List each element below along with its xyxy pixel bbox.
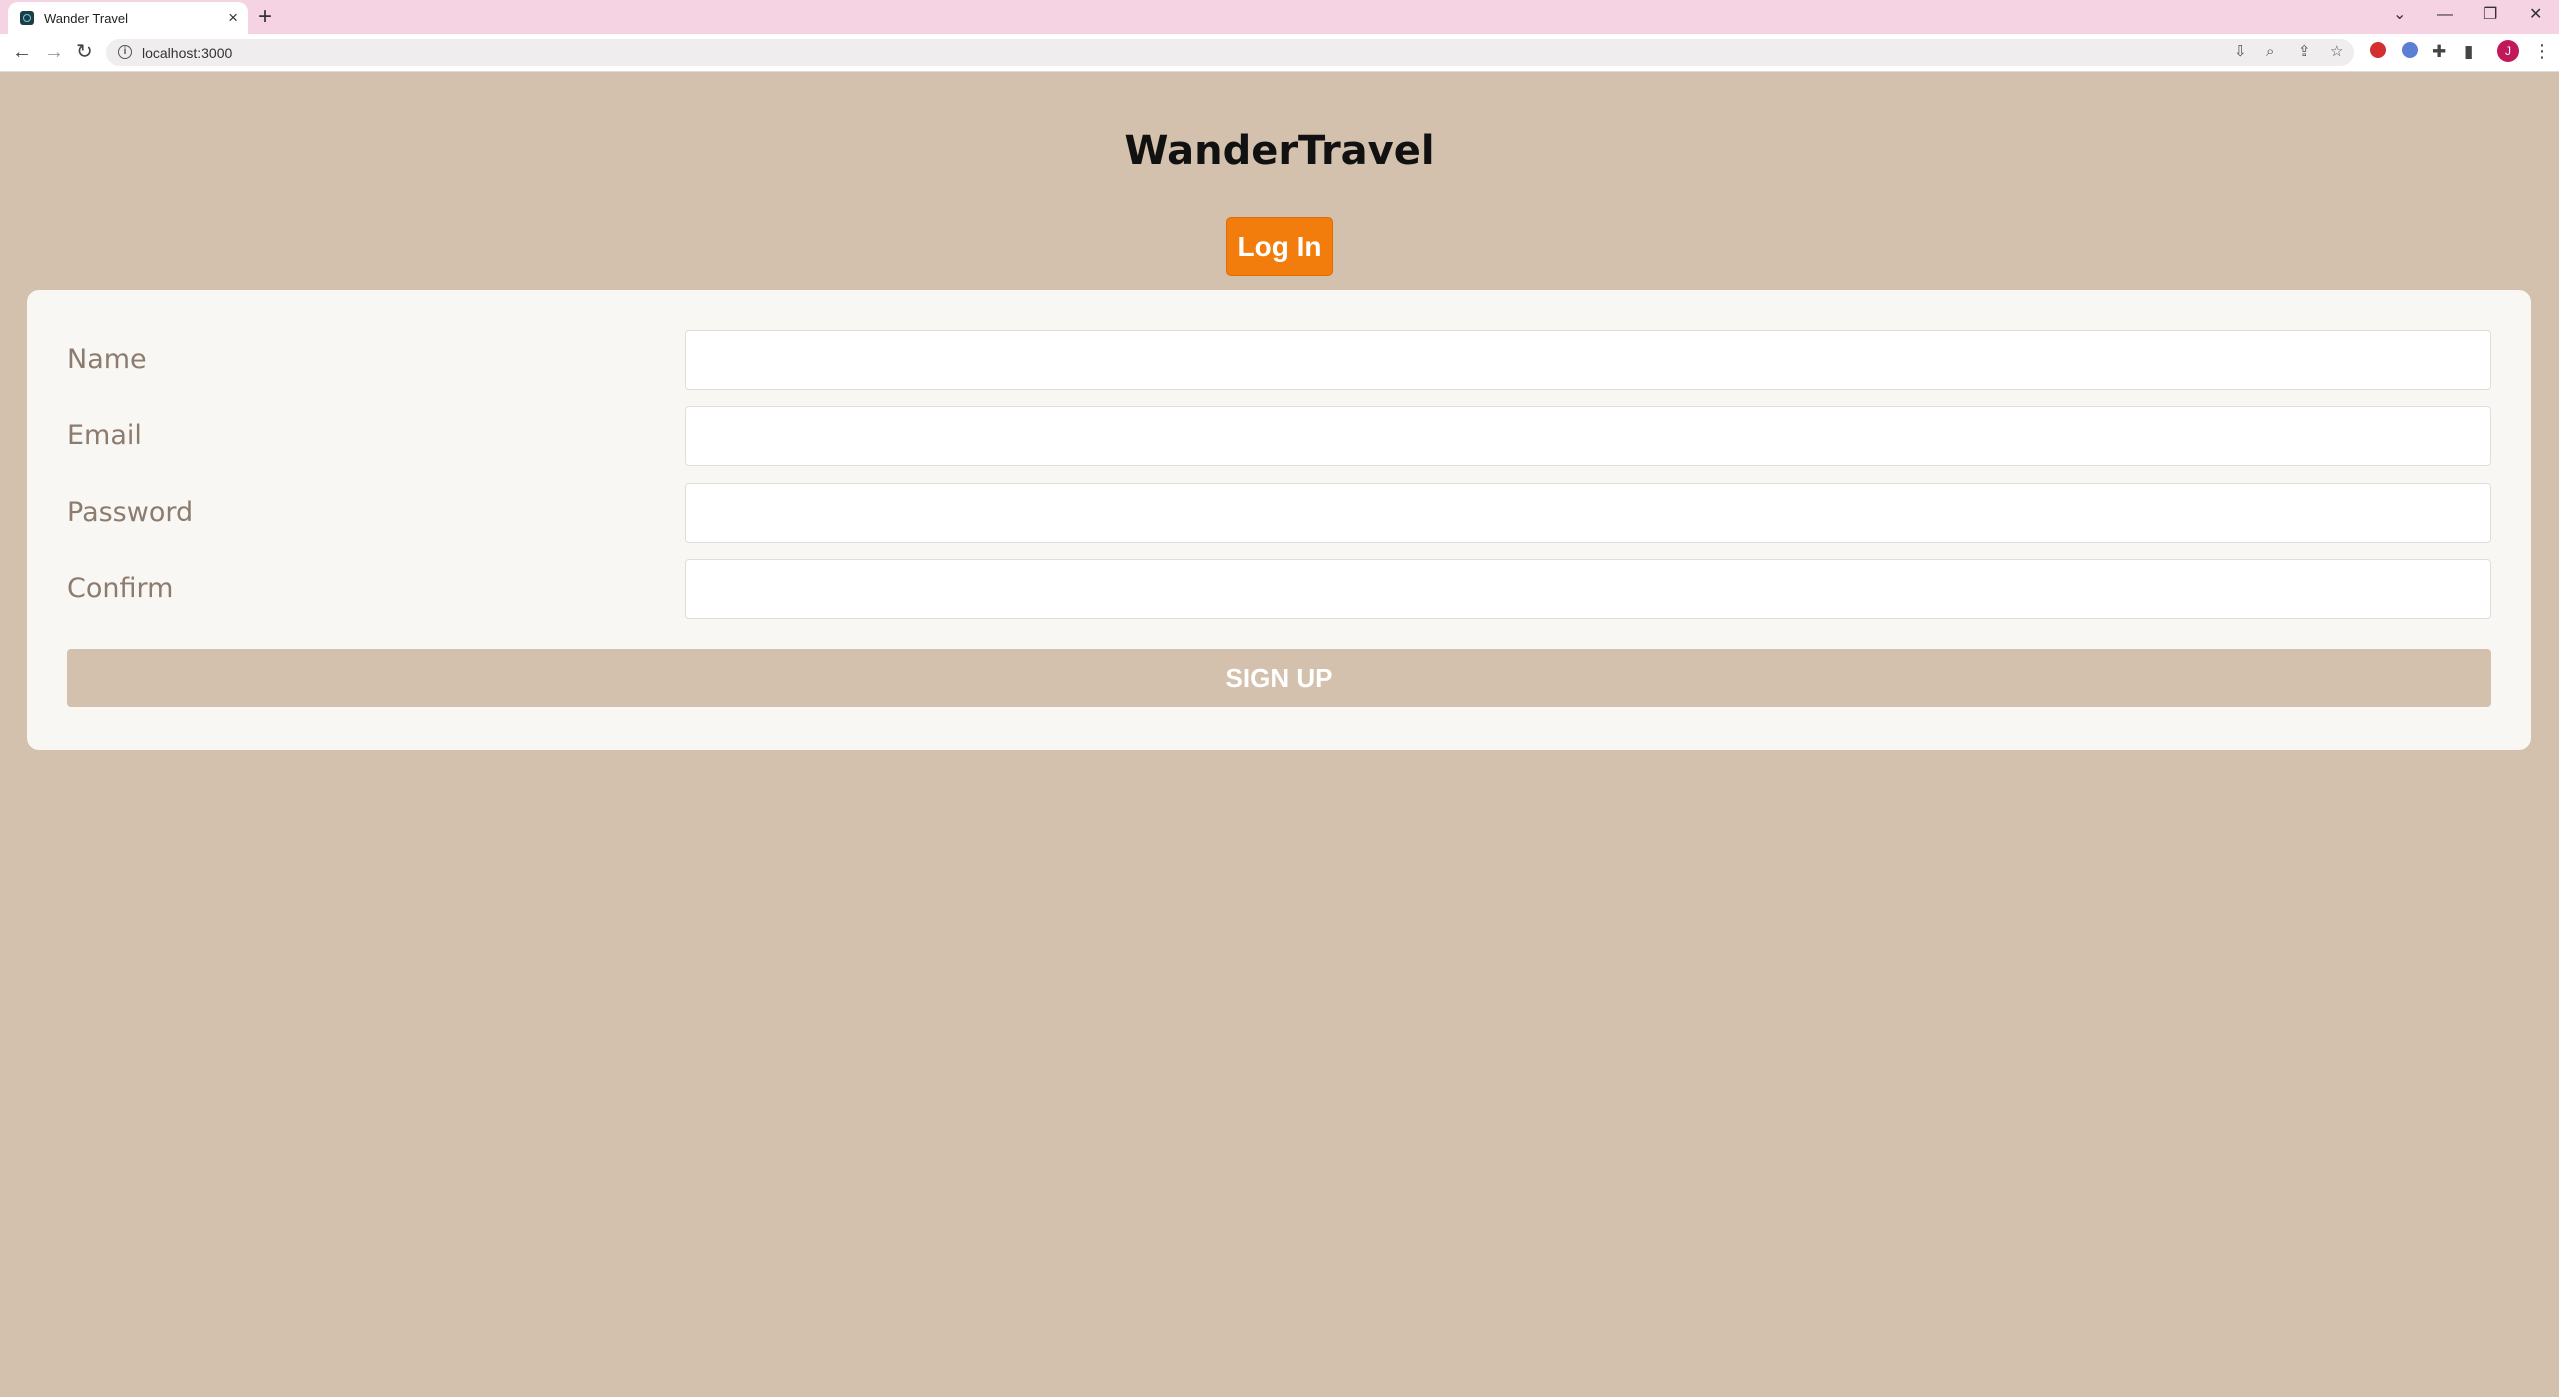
app-favicon-icon [20,11,34,25]
address-url: localhost:3000 [142,45,233,61]
extensions-puzzle-icon[interactable]: ✚ [2432,40,2446,64]
confirm-label: Confirm [67,573,174,604]
opera-extension-icon[interactable] [2370,42,2386,58]
close-tab-icon[interactable]: × [228,8,238,28]
minimize-window-icon[interactable]: — [2437,4,2453,26]
side-panel-icon[interactable]: ▮ [2464,40,2473,64]
name-input[interactable] [685,330,2491,390]
browser-menu-icon[interactable]: ⋮ [2533,40,2551,62]
page-title: WanderTravel [1124,128,1435,174]
confirm-field-row: Confirm [27,559,2531,619]
tab-title: Wander Travel [44,11,129,26]
new-tab-icon[interactable]: + [258,4,272,30]
forward-icon[interactable]: → [44,40,64,64]
share-icon[interactable]: ⇪ [2298,43,2311,61]
restore-window-icon[interactable]: ❐ [2483,4,2497,26]
browser-tab-strip: Wander Travel × + ⌄ — ❐ ✕ [0,0,2559,34]
zoom-icon[interactable]: ⌕ [2266,43,2274,61]
tab-search-icon[interactable]: ⌄ [2393,4,2406,26]
email-input[interactable] [685,406,2491,466]
extension-icon[interactable] [2402,42,2418,58]
profile-avatar[interactable]: J [2497,40,2519,62]
name-field-row: Name [27,330,2531,390]
install-app-icon[interactable]: ⇩ [2234,43,2247,61]
password-label: Password [67,497,194,528]
confirm-password-input[interactable] [685,559,2491,619]
password-input[interactable] [685,483,2491,543]
email-label: Email [67,420,142,451]
site-info-icon[interactable]: i [118,45,132,59]
signup-button[interactable]: SIGN UP [67,649,2491,707]
browser-tab[interactable]: Wander Travel × [8,2,248,34]
address-bar[interactable]: i localhost:3000 ⇩ ⌕ ⇪ ☆ [106,39,2354,66]
login-button[interactable]: Log In [1226,217,1333,276]
browser-toolbar: ← → ↻ i localhost:3000 ⇩ ⌕ ⇪ ☆ ✚ ▮ [0,34,2559,72]
bookmark-star-icon[interactable]: ☆ [2330,43,2343,61]
email-field-row: Email [27,406,2531,466]
close-window-icon[interactable]: ✕ [2529,4,2542,26]
password-field-row: Password [27,483,2531,543]
signup-form: Name Email Password Confirm SIGN UP [27,290,2531,750]
reload-icon[interactable]: ↻ [76,40,93,64]
name-label: Name [67,344,147,375]
back-icon[interactable]: ← [12,40,32,64]
